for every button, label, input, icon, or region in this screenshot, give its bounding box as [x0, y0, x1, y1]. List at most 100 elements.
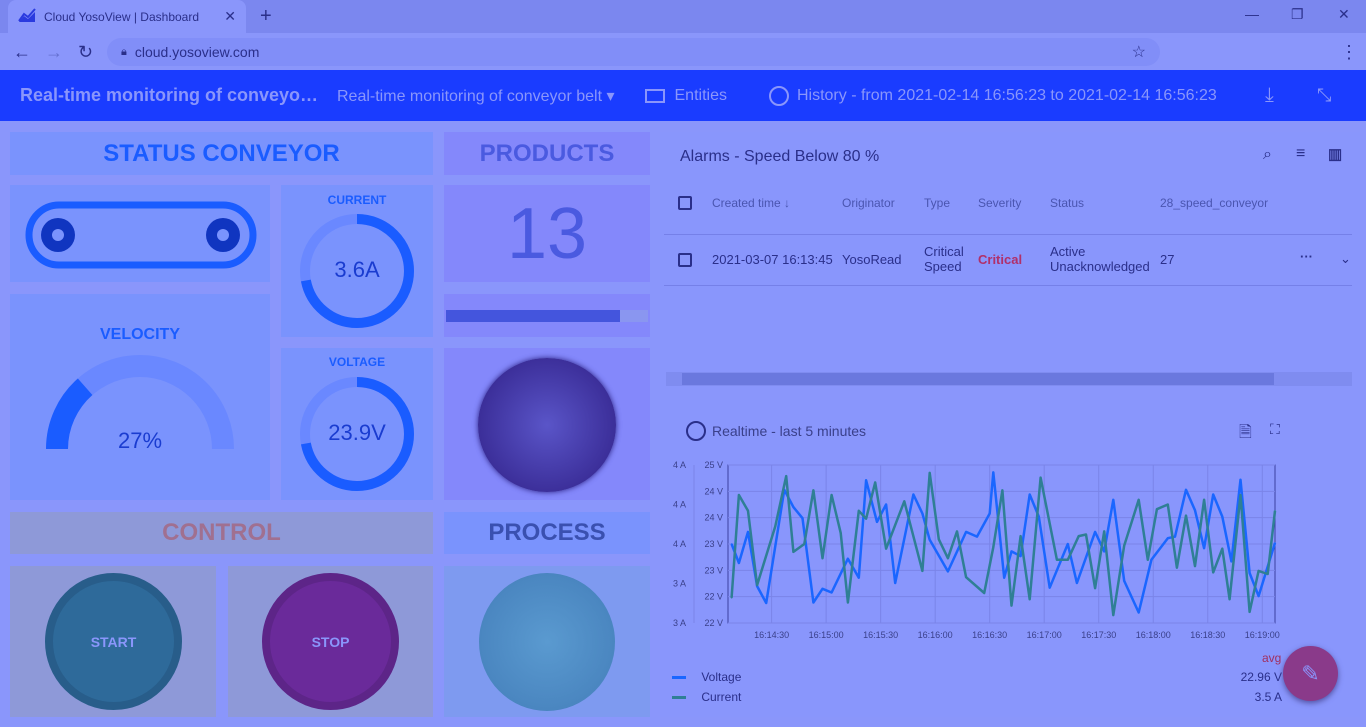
gear-icon	[206, 218, 240, 252]
data-point-voltage	[1166, 537, 1169, 540]
col-type[interactable]: Type	[924, 196, 950, 210]
data-point-current	[983, 592, 986, 594]
x-tick: 16:14:30	[754, 630, 789, 640]
data-point-current	[1019, 535, 1022, 537]
data-point-current	[1274, 510, 1276, 512]
restore-button[interactable]: ❐	[1291, 6, 1304, 23]
expand-chevron-icon[interactable]: ⌄	[1340, 251, 1351, 267]
x-tick: 16:15:30	[863, 630, 898, 640]
chart-favicon-icon	[18, 8, 36, 25]
velocity-gauge: VELOCITY 27%	[10, 294, 270, 500]
sort-down-icon: ↓	[784, 196, 791, 210]
data-point-voltage	[1103, 550, 1105, 553]
close-tab-icon[interactable]: ✕	[224, 8, 236, 25]
devices-icon	[644, 88, 665, 103]
back-button[interactable]: ←	[13, 42, 31, 63]
severity-badge: Critical	[978, 252, 1023, 267]
new-tab-button[interactable]: +	[260, 5, 272, 28]
data-point-current	[1266, 573, 1269, 575]
legend-voltage[interactable]: Voltage 22.96 V	[672, 670, 1282, 684]
data-point-current	[738, 494, 740, 496]
y-right-tick: 22 V	[704, 618, 723, 628]
products-title: PRODUCTS	[444, 132, 650, 175]
legend-name: Voltage	[701, 670, 742, 684]
fullscreen-icon[interactable]: ⛶	[1270, 421, 1280, 438]
export-file-icon[interactable]: 🗎︎	[1239, 421, 1252, 448]
edit-fab-button[interactable]: ✎	[1283, 646, 1338, 701]
data-point-voltage	[947, 570, 949, 573]
bookmark-star-icon[interactable]: ☆	[1132, 42, 1146, 62]
data-point-current	[1166, 503, 1169, 506]
row-checkbox[interactable]	[678, 253, 692, 267]
data-point-voltage	[894, 582, 896, 584]
scrollbar-thumb[interactable]	[682, 373, 1274, 385]
entities-button[interactable]: Entities	[644, 86, 727, 105]
browser-menu-icon[interactable]: ⋮	[1340, 42, 1358, 63]
conveyor-tile	[10, 185, 270, 282]
cell-originator: YosoRead	[842, 252, 902, 267]
dashboard-select[interactable]: Real-time monitoring of conveyor belt ▾	[337, 86, 615, 106]
search-icon[interactable]: ⌕	[1263, 146, 1272, 164]
filter-icon[interactable]: ≡	[1296, 145, 1305, 163]
minimize-button[interactable]: —	[1245, 6, 1259, 22]
data-point-current	[1137, 498, 1140, 501]
dashboard-header: Real-time monitoring of conveyor belt Re…	[0, 70, 1366, 121]
legend-current[interactable]: Current 3.5 A	[672, 690, 1282, 704]
voltage-label: VOLTAGE	[328, 355, 386, 369]
col-severity[interactable]: Severity	[978, 196, 1021, 210]
data-point-voltage	[747, 531, 749, 533]
data-point-current	[1123, 544, 1125, 547]
current-gauge: CURRENT 3.6A	[281, 185, 433, 337]
data-point-voltage	[1212, 493, 1215, 496]
exit-fullscreen-icon[interactable]: ⤡	[1317, 85, 1331, 106]
stop-button[interactable]: STOP	[262, 573, 399, 710]
data-point-voltage	[1028, 493, 1031, 496]
x-tick: 16:15:00	[809, 630, 844, 640]
y-left-tick: 4 A	[673, 539, 686, 549]
data-point-current	[1112, 614, 1115, 616]
url-text: cloud.yosoview.com	[134, 44, 260, 60]
col-created-time[interactable]: Created time ↓	[712, 196, 790, 210]
more-actions-icon[interactable]: ···	[1300, 249, 1313, 264]
current-swatch	[672, 696, 686, 700]
data-point-current	[938, 538, 940, 541]
data-point-current	[1010, 604, 1013, 607]
data-point-voltage	[976, 535, 978, 538]
x-tick: 16:17:30	[1081, 630, 1116, 640]
chart-title: Realtime - last 5 minutes	[712, 423, 867, 439]
data-point-voltage	[1019, 555, 1022, 557]
reload-button[interactable]: ↻	[78, 42, 93, 63]
browser-tab[interactable]: Cloud YosoView | Dashboard ✕	[8, 0, 246, 33]
columns-icon[interactable]: ▥	[1328, 145, 1342, 163]
data-point-current	[1239, 494, 1242, 496]
entities-label: Entities	[674, 86, 727, 104]
data-point-current	[928, 472, 931, 474]
download-icon[interactable]: ⤓	[1265, 84, 1274, 107]
data-point-voltage	[865, 479, 867, 482]
start-button[interactable]: START	[45, 573, 182, 710]
data-point-current	[1001, 489, 1004, 492]
table-row[interactable]: 2021-03-07 16:13:45 YosoRead Critical Sp…	[664, 234, 1352, 286]
col-status[interactable]: Status	[1050, 196, 1084, 210]
products-count: 13	[444, 185, 650, 282]
data-point-current	[803, 543, 806, 545]
current-label: CURRENT	[327, 193, 387, 207]
history-button[interactable]: History - from 2021-02-14 16:56:23 to 20…	[768, 85, 1217, 106]
start-tile: START	[10, 566, 216, 717]
data-point-current	[1228, 598, 1231, 601]
data-point-current	[792, 551, 795, 553]
data-point-current	[756, 584, 758, 586]
col-speed[interactable]: 28_speed_conveyor	[1160, 196, 1268, 210]
address-bar[interactable]: 🔒︎ cloud.yosoview.com ☆	[107, 38, 1160, 66]
avg-header: avg	[1262, 651, 1282, 665]
forward-button[interactable]: →	[45, 42, 63, 63]
data-point-voltage	[821, 587, 824, 590]
col-originator[interactable]: Originator	[842, 196, 895, 210]
y-right-tick: 25 V	[704, 460, 723, 470]
close-window-button[interactable]: ✕	[1338, 6, 1350, 23]
data-point-voltage	[1048, 586, 1051, 589]
data-point-voltage	[847, 557, 849, 560]
data-point-voltage	[1274, 542, 1276, 544]
select-all-checkbox[interactable]	[678, 196, 692, 210]
horizontal-scrollbar[interactable]	[666, 372, 1352, 386]
